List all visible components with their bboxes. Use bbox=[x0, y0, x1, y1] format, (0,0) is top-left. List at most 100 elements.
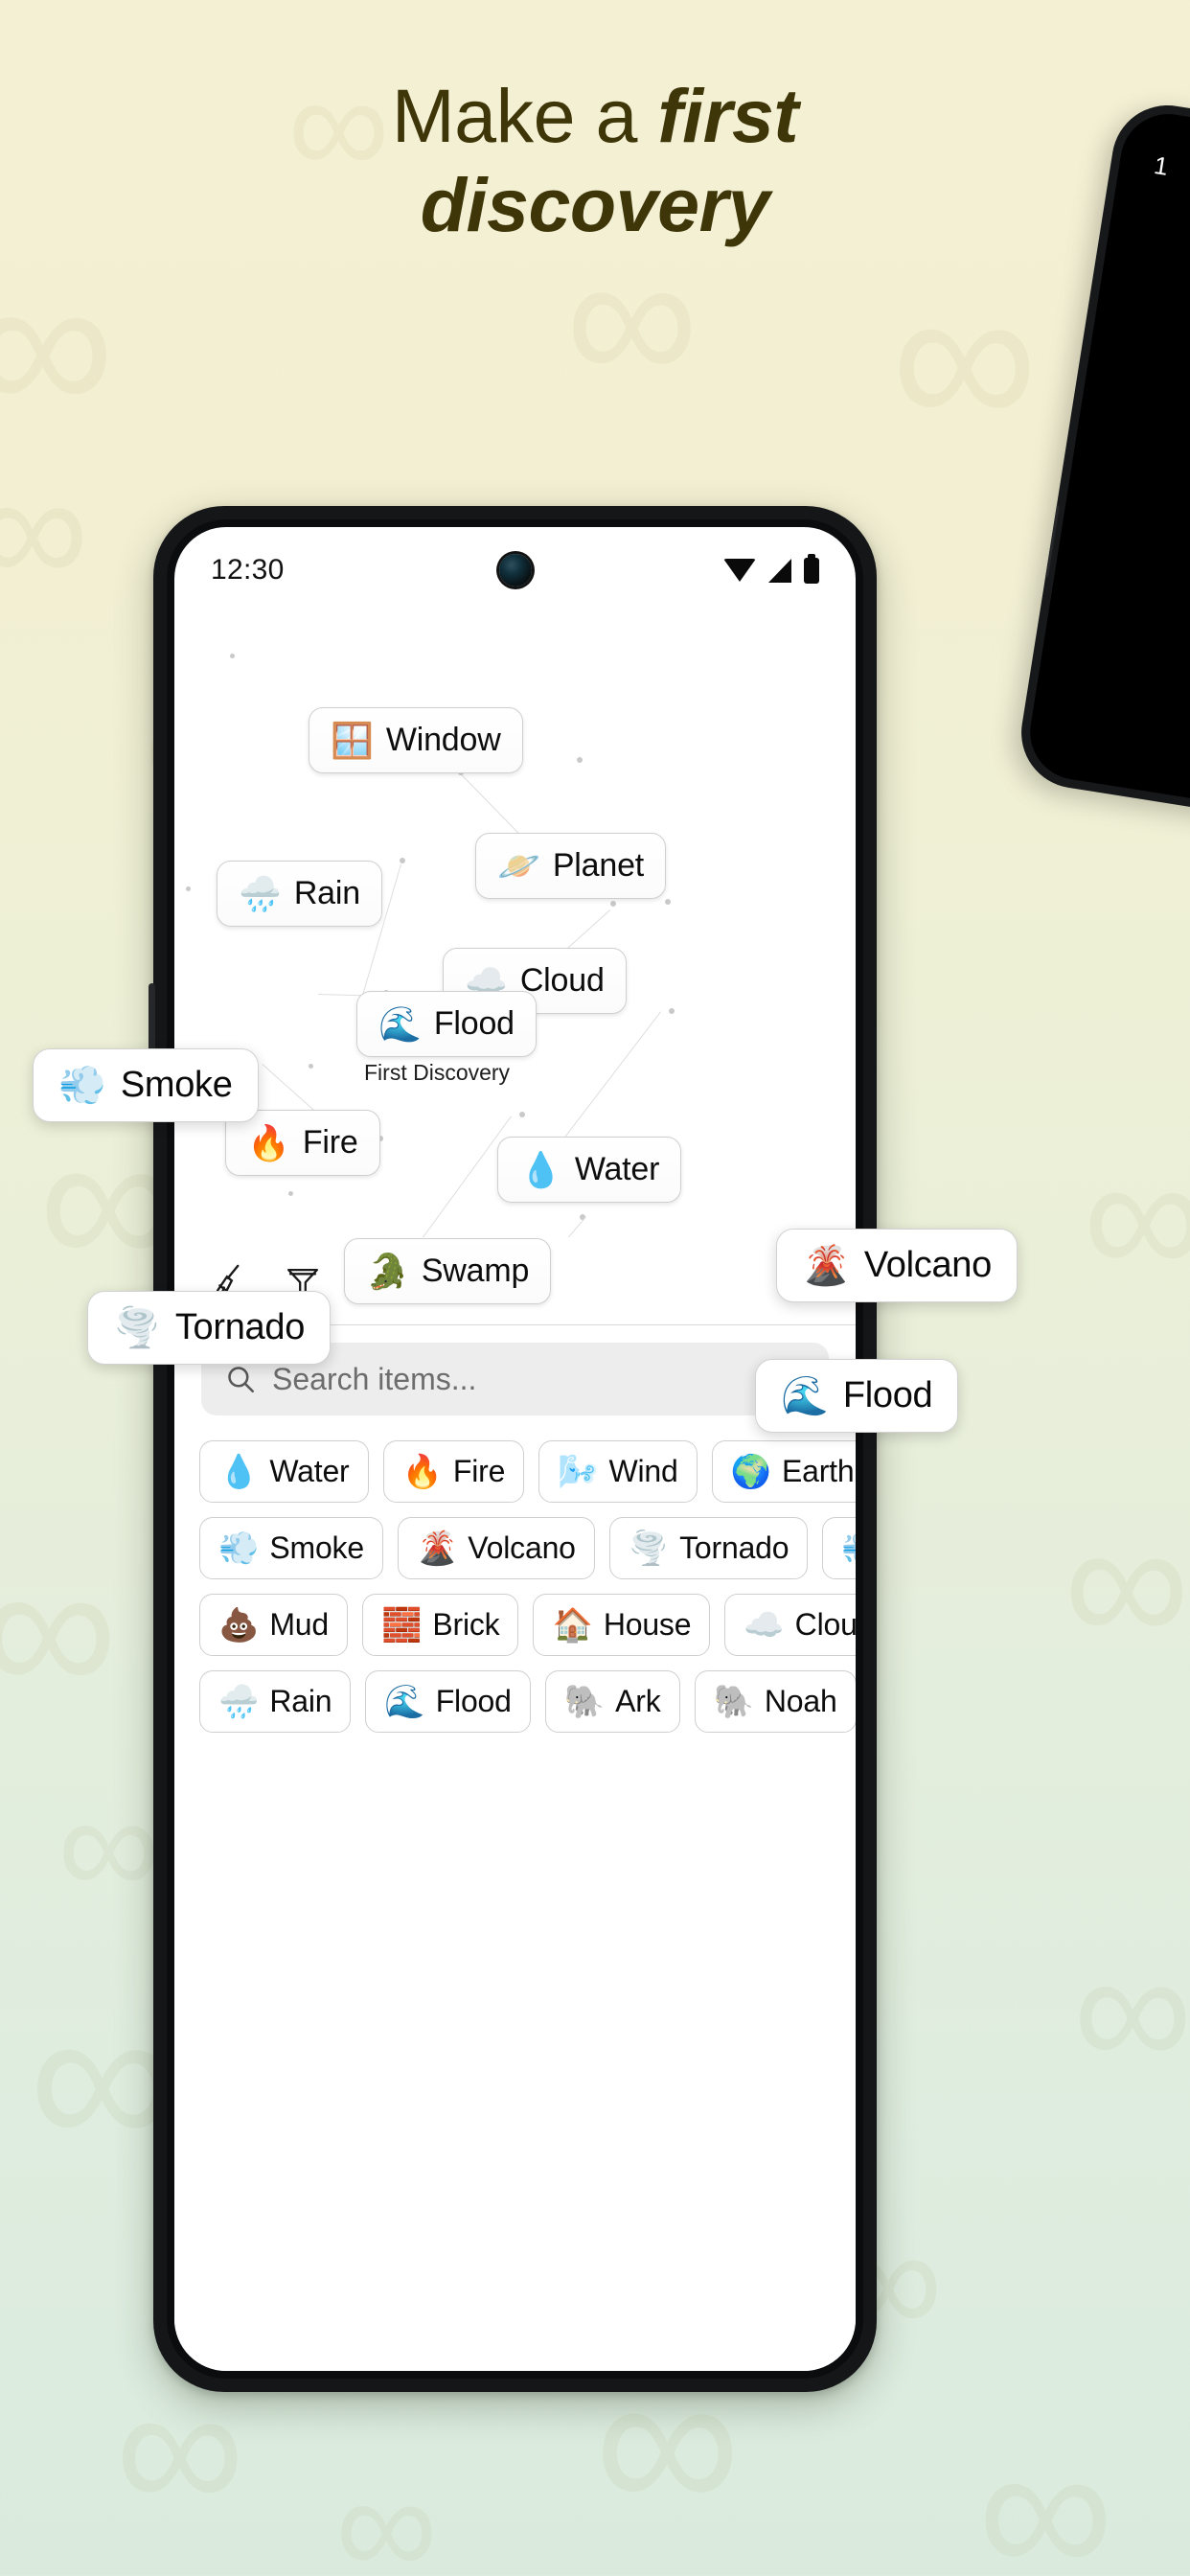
item-chip-wind[interactable]: 🌬️ Wind bbox=[538, 1440, 698, 1503]
item-label: Smoke bbox=[120, 1065, 233, 1105]
item-emoji-volcano: 🌋 bbox=[802, 1244, 850, 1287]
item-emoji-volcano: 🌋 bbox=[416, 1530, 458, 1567]
infinity-watermark: ∞ bbox=[0, 441, 89, 617]
item-label: Fire bbox=[302, 1124, 358, 1161]
item-emoji-house: 🏠 bbox=[552, 1606, 593, 1644]
item-emoji-window: 🪟 bbox=[331, 720, 374, 760]
infinity-watermark: ∞ bbox=[1073, 1917, 1190, 2104]
item-emoji-smoke: 💨 bbox=[58, 1064, 106, 1107]
item-label: Brick bbox=[432, 1607, 500, 1642]
status-bar-icons bbox=[723, 553, 819, 584]
item-chip-earth[interactable]: 🌍 Earth bbox=[711, 1440, 856, 1503]
headline-line-1: Make a first bbox=[38, 75, 1152, 156]
item-chip-rain[interactable]: 🌧️ Rain bbox=[199, 1670, 352, 1733]
canvas-dot bbox=[669, 1008, 675, 1014]
canvas-dot bbox=[186, 886, 191, 891]
item-label: Cloud bbox=[519, 962, 605, 999]
crafting-canvas[interactable]: 🪟 Window 🌧️ Rain 🪐 Planet ☁️ Cloud 🌊 Flood First D… bbox=[174, 613, 856, 1304]
item-emoji-flood: 🌊 bbox=[384, 1683, 425, 1720]
infinity-watermark: ∞ bbox=[891, 242, 1039, 472]
item-label: Noah bbox=[764, 1684, 837, 1718]
secondary-phone-time: 1 bbox=[1152, 150, 1171, 181]
canvas-node-window[interactable]: 🪟 Window bbox=[309, 707, 523, 773]
canvas-dot bbox=[288, 1191, 293, 1196]
item-emoji-cloud: ☁️ bbox=[744, 1606, 785, 1644]
canvas-dot bbox=[400, 858, 405, 863]
canvas-node-flood[interactable]: 🌊 Flood bbox=[356, 991, 537, 1057]
status-bar: 12:30 bbox=[174, 527, 856, 613]
item-chip-mud[interactable]: 💩 Mud bbox=[199, 1594, 348, 1656]
canvas-dot bbox=[309, 1064, 313, 1069]
item-chip-steam[interactable]: 💨Steam bbox=[822, 1517, 856, 1579]
item-label: Flood bbox=[435, 1684, 512, 1718]
item-chip-house[interactable]: 🏠 House bbox=[533, 1594, 711, 1656]
search-input[interactable]: Search items... bbox=[272, 1362, 476, 1397]
item-chip-water[interactable]: 💧 Water bbox=[199, 1440, 369, 1503]
item-label: Volcano bbox=[468, 1530, 576, 1565]
item-emoji-brick: 🧱 bbox=[381, 1606, 423, 1644]
canvas-node-planet[interactable]: 🪐 Planet bbox=[475, 833, 667, 899]
item-label: Water bbox=[574, 1151, 660, 1187]
item-emoji-earth: 🌍 bbox=[730, 1453, 771, 1490]
item-label: Tornado bbox=[174, 1307, 306, 1347]
infinity-watermark: ∞ bbox=[335, 2445, 438, 2576]
canvas-node-swamp[interactable]: 🐊 Swamp bbox=[344, 1238, 552, 1304]
items-row: 🌧️Rain🌊Flood🐘Ark🐘Noah👱Adam bbox=[199, 1670, 856, 1733]
item-emoji-rain: 🌧️ bbox=[239, 873, 282, 913]
canvas-dot bbox=[519, 1112, 525, 1117]
item-emoji-planet: 🪐 bbox=[497, 845, 540, 886]
item-label: Ark bbox=[615, 1684, 661, 1718]
item-chip-tornado[interactable]: 🌪️ Tornado bbox=[608, 1517, 809, 1579]
item-chip-fire[interactable]: 🔥 Fire bbox=[382, 1440, 525, 1503]
item-label: Mud bbox=[269, 1607, 329, 1642]
canvas-connector-line bbox=[555, 1011, 661, 1150]
item-emoji-mud: 💩 bbox=[218, 1606, 260, 1644]
item-label: Fire bbox=[452, 1454, 506, 1488]
floating-card-flood[interactable]: 🌊 Flood bbox=[755, 1359, 959, 1433]
item-label: House bbox=[603, 1607, 692, 1642]
floating-card-volcano[interactable]: 🌋 Volcano bbox=[776, 1229, 1018, 1302]
canvas-connector-line bbox=[262, 1064, 316, 1113]
floating-card-tornado[interactable]: 🌪️ Tornado bbox=[87, 1291, 332, 1365]
item-label: Volcano bbox=[863, 1245, 992, 1285]
infinity-watermark: ∞ bbox=[57, 1764, 160, 1925]
item-emoji-tornado: 🌪️ bbox=[628, 1530, 670, 1567]
item-label: Planet bbox=[552, 847, 645, 884]
canvas-dot bbox=[577, 757, 583, 763]
item-emoji-tornado: 🌪️ bbox=[113, 1306, 161, 1349]
item-label: Earth bbox=[781, 1454, 855, 1488]
item-emoji-steam: 💨 bbox=[841, 1532, 856, 1565]
status-bar-clock: 12:30 bbox=[211, 554, 285, 586]
items-row: 💨 Smoke 🌋 Volcano 🌪️ Tornado 💨Steam bbox=[199, 1517, 856, 1579]
item-label: Tornado bbox=[679, 1530, 790, 1565]
item-emoji-flood: 🌊 bbox=[378, 1003, 422, 1044]
canvas-dot bbox=[230, 654, 235, 658]
infinity-watermark: ∞ bbox=[0, 232, 115, 457]
item-chip-brick[interactable]: 🧱 Brick bbox=[362, 1594, 519, 1656]
item-chip-cloud[interactable]: ☁️ Cloud bbox=[724, 1594, 856, 1656]
item-emoji-wind: 🌬️ bbox=[558, 1453, 599, 1490]
item-label: Cloud bbox=[794, 1607, 856, 1642]
headline-plain-text: Make a bbox=[391, 73, 658, 158]
phone-screen: 12:30 🪟 Window 🌧️ Rain 🪐 Planet ☁️ Cloud 🌊 Flood F… bbox=[174, 527, 856, 2371]
item-emoji-water: 💧 bbox=[519, 1149, 562, 1189]
canvas-dot bbox=[665, 899, 671, 905]
search-icon bbox=[228, 1367, 255, 1393]
item-chip-volcano[interactable]: 🌋 Volcano bbox=[397, 1517, 595, 1579]
item-chip-ark[interactable]: 🐘 Ark bbox=[544, 1670, 680, 1733]
item-chip-noah[interactable]: 🐘 Noah bbox=[694, 1670, 856, 1733]
first-discovery-badge: First Discovery bbox=[364, 1060, 511, 1085]
items-row: 💧Water🔥Fire🌬️Wind🌍Earth🌫️Mist bbox=[199, 1440, 856, 1503]
item-emoji-flood: 🌊 bbox=[781, 1374, 829, 1417]
canvas-node-rain[interactable]: 🌧️ Rain bbox=[217, 861, 382, 927]
item-chip-flood[interactable]: 🌊 Flood bbox=[365, 1670, 531, 1733]
wifi-icon bbox=[723, 559, 756, 582]
item-chip-smoke[interactable]: 💨 Smoke bbox=[199, 1517, 383, 1579]
canvas-node-water[interactable]: 💧 Water bbox=[497, 1137, 682, 1203]
floating-card-smoke[interactable]: 💨 Smoke bbox=[33, 1048, 259, 1122]
item-emoji-fire: 🔥 bbox=[401, 1453, 443, 1490]
item-label: Flood bbox=[842, 1375, 933, 1415]
item-emoji-smoke: 💨 bbox=[218, 1530, 260, 1567]
canvas-dot bbox=[610, 901, 616, 907]
item-label: Rain bbox=[293, 875, 360, 911]
